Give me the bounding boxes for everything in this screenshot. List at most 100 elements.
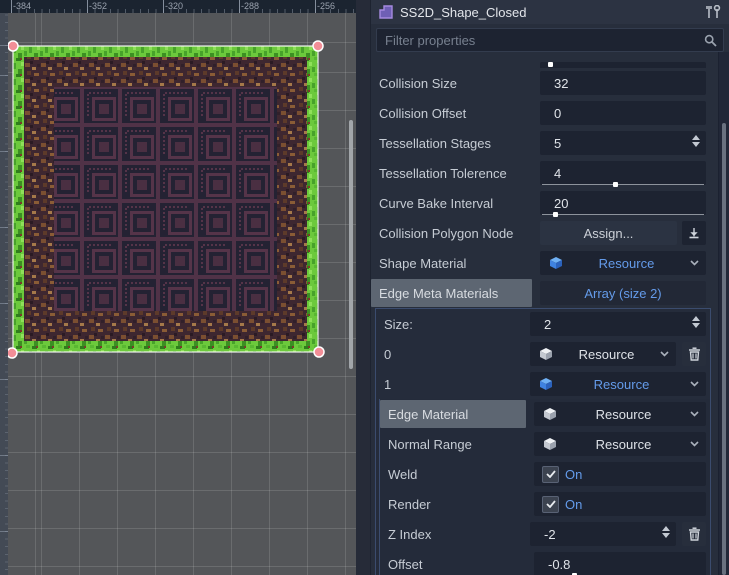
inspector-scrollbar-thumb[interactable]: [722, 123, 726, 575]
array-editor-panel: Size: 2 0: [375, 308, 711, 575]
pick-node-icon: [688, 227, 700, 239]
filter-properties-box[interactable]: [376, 28, 724, 52]
dock-splitter[interactable]: [356, 0, 370, 575]
array-index-label: 0: [384, 347, 530, 362]
tessellation-stages-spinner[interactable]: 5: [540, 131, 706, 155]
offset-slider[interactable]: -0.8: [534, 552, 706, 575]
property-row-normal-range: Normal Range Resource: [380, 429, 710, 459]
delete-item-button[interactable]: [682, 522, 706, 546]
ruler-tick-label: -320: [165, 0, 183, 13]
ruler-tick-label: -352: [89, 0, 107, 13]
ruler-corner: [0, 0, 8, 13]
property-label: Collision Size: [379, 76, 540, 91]
checkbox-checked-icon[interactable]: [542, 466, 559, 483]
trash-icon: [688, 527, 701, 541]
property-label-selected[interactable]: Edge Meta Materials: [371, 279, 532, 307]
property-label: Collision Offset: [379, 106, 540, 121]
curve-bake-interval-slider[interactable]: 20: [540, 191, 706, 215]
chevron-down-icon: [690, 260, 699, 266]
property-row-z-index: Z Index -2: [380, 519, 710, 549]
slider-grabber[interactable]: [613, 182, 618, 187]
item-1-resource-dropdown[interactable]: Resource: [530, 372, 706, 396]
godot-editor: -384 -352 -320 -288 -256 SS2D_Shape_Clos…: [0, 0, 729, 575]
checkbox-checked-icon[interactable]: [542, 496, 559, 513]
property-label: Shape Material: [379, 256, 540, 271]
search-icon: [704, 34, 717, 47]
collision-size-field[interactable]: 32: [540, 71, 706, 95]
array-size-spinner[interactable]: 2: [530, 312, 706, 336]
edge-meta-materials-array-button[interactable]: Array (size 2): [540, 281, 706, 305]
ruler-tick-label: -384: [13, 0, 31, 13]
chevron-down-icon: [690, 441, 699, 447]
spinbox-arrows-icon[interactable]: [692, 316, 700, 328]
chevron-down-icon: [690, 411, 699, 417]
property-row-curve-bake-interval: Curve Bake Interval 20: [371, 188, 729, 218]
resource-cube-icon: [543, 407, 557, 421]
render-checkbox-field[interactable]: On: [534, 492, 706, 516]
property-row-edge-meta-materials: Edge Meta Materials Array (size 2): [371, 278, 729, 308]
array-item-1-row: 1 Resource: [376, 369, 710, 399]
resource-cube-icon: [539, 377, 553, 391]
ruler-horizontal: -384 -352 -320 -288 -256: [8, 0, 356, 13]
viewport-2d[interactable]: -384 -352 -320 -288 -256: [0, 0, 356, 575]
trash-icon: [688, 347, 701, 361]
assign-node-button[interactable]: Assign...: [540, 221, 677, 245]
property-label: Z Index: [388, 527, 530, 542]
resource-subpanel: Edge Material Resource: [379, 399, 710, 575]
ruler-vertical: [0, 13, 8, 575]
filter-properties-input[interactable]: [377, 33, 704, 48]
pick-node-button[interactable]: [682, 221, 706, 245]
property-label: Tessellation Tolerence: [379, 166, 540, 181]
z-index-spinner[interactable]: -2: [530, 522, 676, 546]
spinbox-arrows-icon[interactable]: [662, 526, 670, 538]
property-label: Collision Polygon Node: [379, 226, 540, 241]
chevron-down-icon: [660, 351, 669, 357]
item-0-resource-dropdown[interactable]: Resource: [530, 342, 676, 366]
property-row-shape-material: Shape Material Resource: [371, 248, 729, 278]
property-row-clipped: [371, 54, 729, 68]
spinbox-arrows-icon[interactable]: [692, 135, 700, 147]
collision-offset-field[interactable]: 0: [540, 101, 706, 125]
property-row-collision-size: Collision Size 32: [371, 68, 729, 98]
property-label: Normal Range: [388, 437, 534, 452]
property-row-render: Render On: [380, 489, 710, 519]
node-shape-icon: [379, 5, 394, 20]
inspected-node-title: SS2D_Shape_Closed: [400, 5, 705, 20]
ruler-tick-label: -288: [241, 0, 259, 13]
clipped-field[interactable]: [540, 62, 706, 68]
property-row-edge-material: Edge Material Resource: [380, 399, 710, 429]
array-item-0-row: 0 Resource: [376, 339, 710, 369]
edge-material-resource-dropdown[interactable]: Resource: [534, 402, 706, 426]
delete-item-button[interactable]: [682, 342, 706, 366]
property-label: Offset: [388, 557, 534, 572]
array-index-label: 1: [384, 377, 530, 392]
inspector-header: SS2D_Shape_Closed: [371, 0, 729, 24]
normal-range-resource-dropdown[interactable]: Resource: [534, 432, 706, 456]
array-size-row: Size: 2: [376, 309, 710, 339]
resource-cube-icon: [549, 256, 563, 270]
viewport-scrollbar[interactable]: [349, 120, 353, 369]
property-row-collision-polygon-node: Collision Polygon Node Assign...: [371, 218, 729, 248]
property-row-offset: Offset -0.8: [380, 549, 710, 575]
tessellation-tolerence-slider[interactable]: 4: [540, 161, 706, 185]
tools-menu-icon[interactable]: [705, 5, 721, 19]
property-row-weld: Weld On: [380, 459, 710, 489]
property-label: Size:: [384, 317, 530, 332]
resource-cube-icon: [543, 437, 557, 451]
property-label: Render: [388, 497, 534, 512]
ruler-tick-label: -256: [317, 0, 335, 13]
property-row-tessellation-stages: Tessellation Stages 5: [371, 128, 729, 158]
property-label: Tessellation Stages: [379, 136, 540, 151]
inspector-panel: SS2D_Shape_Closed: [370, 0, 729, 575]
viewport-grid[interactable]: [8, 13, 356, 575]
filter-bar: [371, 24, 729, 54]
property-row-collision-offset: Collision Offset 0: [371, 98, 729, 128]
property-list: Collision Size 32 Collision Offset 0 Tes…: [371, 54, 729, 575]
weld-checkbox-field[interactable]: On: [534, 462, 706, 486]
slider-grabber[interactable]: [553, 212, 558, 217]
property-label: Curve Bake Interval: [379, 196, 540, 211]
chevron-down-icon: [690, 381, 699, 387]
shape-material-resource-dropdown[interactable]: Resource: [540, 251, 706, 275]
inspector-scrollbar-track[interactable]: [718, 52, 729, 575]
property-label-selected[interactable]: Edge Material: [380, 400, 526, 428]
